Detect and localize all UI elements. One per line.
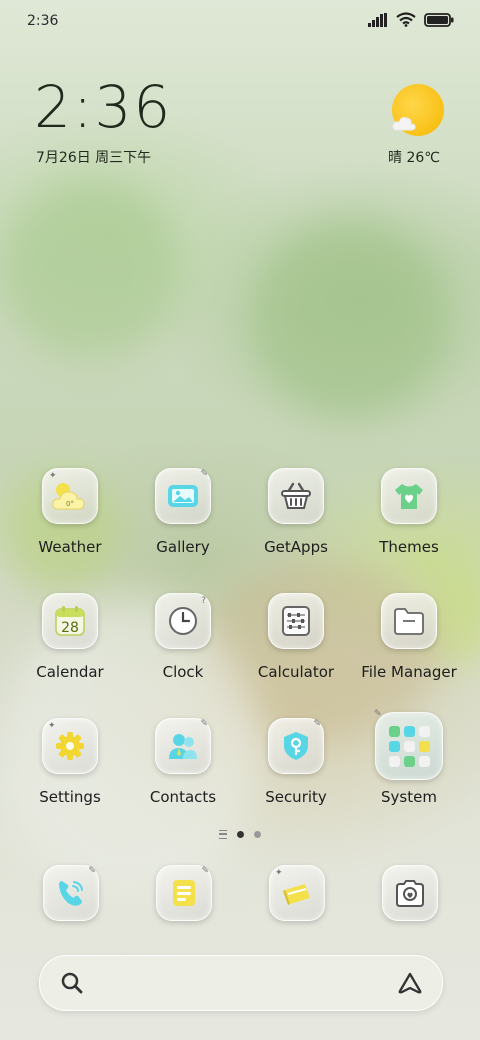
folder-icon bbox=[381, 593, 437, 649]
app-label: Security bbox=[265, 788, 327, 806]
assistant-icon[interactable] bbox=[396, 971, 424, 995]
app-security[interactable]: ✎ Security bbox=[240, 718, 352, 806]
calculator-abacus-icon bbox=[268, 593, 324, 649]
app-calendar[interactable]: 28 Calendar bbox=[14, 593, 126, 681]
clock-icon: ? bbox=[155, 593, 211, 649]
app-label: Gallery bbox=[156, 538, 210, 556]
weather-cloud-sun-icon: ✦ 0° bbox=[42, 468, 98, 524]
wifi-icon bbox=[396, 12, 416, 27]
app-label: Contacts bbox=[149, 788, 217, 806]
browser-icon: ✦ bbox=[269, 865, 325, 921]
app-getapps[interactable]: GetApps bbox=[240, 468, 352, 556]
app-clock[interactable]: ? Clock bbox=[127, 593, 239, 681]
contacts-people-icon: ✎ bbox=[155, 718, 211, 774]
clock-widget-time[interactable]: 2:36 bbox=[34, 78, 172, 136]
app-themes[interactable]: Themes bbox=[353, 468, 465, 556]
wallpaper-leaf-blob bbox=[250, 220, 450, 420]
calendar-icon: 28 bbox=[42, 593, 98, 649]
app-label: Clock bbox=[162, 663, 204, 681]
search-bar[interactable] bbox=[39, 955, 443, 1011]
app-label: GetApps bbox=[264, 538, 328, 556]
messages-icon: ✎ bbox=[156, 865, 212, 921]
page-dot-inactive[interactable] bbox=[254, 831, 261, 838]
app-label: Calendar bbox=[36, 663, 104, 681]
feed-page-icon[interactable] bbox=[219, 830, 227, 839]
app-contacts[interactable]: ✎ Contacts bbox=[127, 718, 239, 806]
app-label: Calculator bbox=[257, 663, 335, 681]
shopping-basket-icon bbox=[268, 468, 324, 524]
system-folder-icon: ✎ bbox=[374, 709, 443, 780]
gallery-picture-icon: ✎ bbox=[155, 468, 211, 524]
dock-phone[interactable]: ✎ bbox=[43, 865, 99, 921]
app-label: Themes bbox=[379, 538, 439, 556]
app-weather[interactable]: ✦ 0° Weather bbox=[14, 468, 126, 556]
gear-icon: ✦ bbox=[42, 718, 98, 774]
app-gallery[interactable]: ✎ Gallery bbox=[127, 468, 239, 556]
page-indicator[interactable] bbox=[0, 830, 480, 839]
page-dot-active[interactable] bbox=[237, 831, 244, 838]
app-label: Weather bbox=[38, 538, 102, 556]
weather-icon-temp: 0° bbox=[66, 500, 74, 508]
dock-camera[interactable] bbox=[382, 865, 438, 921]
camera-icon bbox=[382, 865, 438, 921]
dock-browser[interactable]: ✦ bbox=[269, 865, 325, 921]
calendar-day-number: 28 bbox=[61, 620, 79, 636]
weather-widget-text: 晴 26℃ bbox=[388, 150, 440, 166]
clock-widget-date: 7月26日 周三下午 bbox=[36, 150, 152, 166]
tshirt-heart-icon bbox=[381, 468, 437, 524]
phone-icon: ✎ bbox=[43, 865, 99, 921]
app-system-folder[interactable]: ✎ System bbox=[353, 709, 465, 806]
shield-key-icon: ✎ bbox=[268, 718, 324, 774]
battery-icon bbox=[424, 12, 454, 27]
app-label: File Manager bbox=[361, 663, 457, 681]
status-bar-icons bbox=[368, 12, 454, 27]
app-calculator[interactable]: Calculator bbox=[240, 593, 352, 681]
status-bar-time: 2:36 bbox=[27, 13, 59, 29]
app-label: System bbox=[381, 788, 437, 806]
search-icon[interactable] bbox=[60, 971, 84, 995]
app-label: Settings bbox=[39, 788, 101, 806]
dock-messages[interactable]: ✎ bbox=[156, 865, 212, 921]
signal-icon bbox=[368, 12, 387, 27]
wallpaper-leaf-blob bbox=[0, 180, 180, 360]
app-file-manager[interactable]: File Manager bbox=[353, 593, 465, 681]
app-settings[interactable]: ✦ Settings bbox=[14, 718, 126, 806]
cloud-icon bbox=[392, 117, 416, 131]
